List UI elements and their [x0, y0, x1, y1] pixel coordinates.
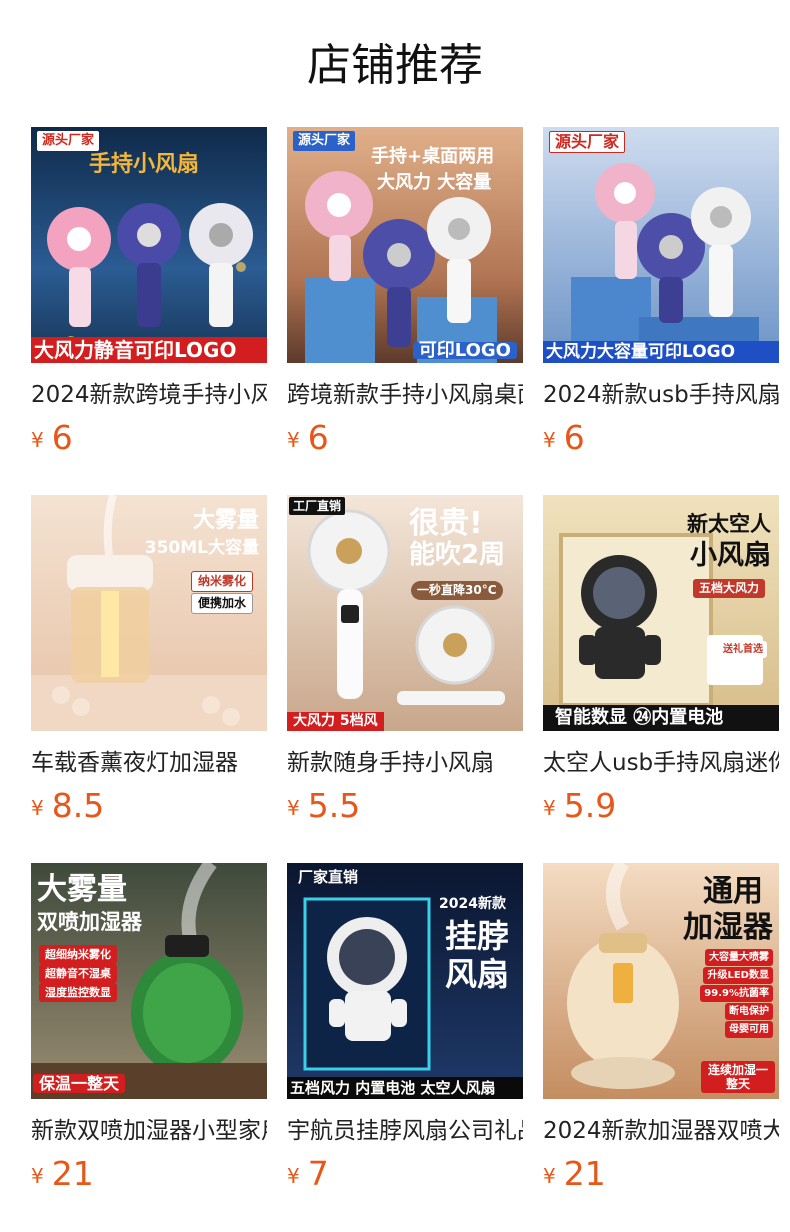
product-price: ¥6	[543, 420, 779, 462]
feature-pill: 超细纳米雾化	[39, 945, 117, 964]
feature-pill: 纳米雾化	[190, 571, 253, 592]
product-image[interactable]: 工厂直销 很贵! 能吹2周 一秒直降30°C 大风力 5档风	[287, 495, 523, 731]
currency-symbol: ¥	[287, 428, 300, 452]
product-image[interactable]: 厂家直销 2024新款 挂脖 风扇 五档风力 内置电池 太空人风扇	[287, 863, 523, 1099]
currency-symbol: ¥	[287, 1164, 300, 1188]
product-price: ¥7	[287, 1156, 523, 1198]
product-image[interactable]: 新太空人 小风扇 五档大风力 送礼首选 智能数显 ㉔内置电池	[543, 495, 779, 731]
product-name[interactable]: 宇航员挂脖风扇公司礼品	[287, 1116, 523, 1146]
product-card[interactable]: 工厂直销 很贵! 能吹2周 一秒直降30°C 大风力 5档风 新款随身手持小风扇…	[287, 495, 523, 830]
image-banner: 大风力大容量可印LOGO	[543, 341, 779, 363]
product-image[interactable]: 源头厂家 大风力大容量可印LOGO	[543, 127, 779, 363]
image-banner: 智能数显 ㉔内置电池	[543, 705, 779, 731]
product-card[interactable]: 大雾量 双喷加湿器 超细纳米雾化 超静音不湿桌 湿度监控数显 保温一整天 新款双…	[31, 863, 267, 1198]
product-price: ¥6	[287, 420, 523, 462]
price-value: 21	[51, 1154, 94, 1193]
feature-pill: 湿度监控数显	[39, 983, 117, 1002]
price-value: 7	[307, 1154, 329, 1193]
feature-pill: 便携加水	[190, 593, 253, 614]
source-factory-tag: 源头厂家	[549, 131, 626, 153]
product-card[interactable]: 新太空人 小风扇 五档大风力 送礼首选 智能数显 ㉔内置电池 太空人usb手持风…	[543, 495, 779, 830]
feature-pill: 99.9%抗菌率	[700, 985, 773, 1002]
image-headline: 通用	[703, 874, 763, 909]
image-headline: 很贵!	[409, 506, 483, 541]
source-factory-tag: 源头厂家	[293, 131, 356, 151]
image-banner: 可印LOGO	[412, 342, 517, 360]
image-subheadline: 双喷加湿器	[37, 910, 142, 934]
price-value: 6	[51, 418, 73, 457]
image-banner: 保温一整天	[33, 1074, 126, 1093]
product-name[interactable]: 新款随身手持小风扇	[287, 748, 523, 778]
image-headline: 2024新款	[439, 896, 506, 912]
price-value: 6	[563, 418, 585, 457]
product-name[interactable]: 新款双喷加湿器小型家用	[31, 1116, 267, 1146]
product-card[interactable]: 源头厂家 手持+桌面两用 大风力 大容量 可印LOGO 跨境新款手持小风扇桌面 …	[287, 127, 523, 462]
product-name[interactable]: 2024新款加湿器双喷大雾量	[543, 1116, 779, 1146]
image-subheadline: 风扇	[445, 955, 510, 993]
product-price: ¥5.9	[543, 788, 779, 830]
product-card[interactable]: 源头厂家 手持小风扇 大风力静音可印LOGO 2024新款跨境手持小风扇 ¥6	[31, 127, 267, 462]
currency-symbol: ¥	[31, 796, 44, 820]
feature-pill: 一秒直降30°C	[411, 581, 503, 600]
image-subheadline: 加湿器	[683, 910, 773, 945]
product-image[interactable]: 源头厂家 手持+桌面两用 大风力 大容量 可印LOGO	[287, 127, 523, 363]
factory-direct-tag: 工厂直销	[289, 497, 346, 515]
feature-pill: 升级LED数显	[703, 967, 773, 984]
image-subheadline: 小风扇	[690, 540, 771, 571]
feature-pill: 五档大风力	[692, 579, 765, 598]
product-card[interactable]: 源头厂家 大风力大容量可印LOGO 2024新款usb手持风扇 ¥6	[543, 127, 779, 462]
currency-symbol: ¥	[543, 428, 556, 452]
feature-pill: 母婴可用	[725, 1021, 773, 1038]
image-headline: 手持+桌面两用	[371, 146, 495, 167]
feature-pill: 断电保护	[725, 1003, 773, 1020]
product-price: ¥6	[31, 420, 267, 462]
product-card[interactable]: 大雾量 350ML大容量 纳米雾化 便携加水 车载香薰夜灯加湿器 ¥8.5	[31, 495, 267, 830]
currency-symbol: ¥	[543, 1164, 556, 1188]
gift-pill: 送礼首选	[719, 641, 767, 658]
product-card[interactable]: 厂家直销 2024新款 挂脖 风扇 五档风力 内置电池 太空人风扇 宇航员挂脖风…	[287, 863, 523, 1198]
product-name[interactable]: 车载香薰夜灯加湿器	[31, 748, 267, 778]
price-value: 21	[563, 1154, 606, 1193]
product-image[interactable]: 通用 加湿器 大容量大喷雾 升级LED数显 99.9%抗菌率 断电保护 母婴可用…	[543, 863, 779, 1099]
product-price: ¥21	[31, 1156, 267, 1198]
price-value: 8.5	[51, 786, 105, 825]
image-banner: 大风力静音可印LOGO	[31, 337, 267, 363]
image-banner: 大风力 5档风	[287, 712, 384, 731]
product-card[interactable]: 通用 加湿器 大容量大喷雾 升级LED数显 99.9%抗菌率 断电保护 母婴可用…	[543, 863, 779, 1198]
price-value: 6	[307, 418, 329, 457]
image-headline: 大雾量	[192, 508, 259, 533]
feature-pill: 大容量大喷雾	[705, 949, 773, 966]
product-name[interactable]: 2024新款跨境手持小风扇	[31, 380, 267, 410]
currency-symbol: ¥	[543, 796, 556, 820]
product-price: ¥21	[543, 1156, 779, 1198]
product-image[interactable]: 大雾量 双喷加湿器 超细纳米雾化 超静音不湿桌 湿度监控数显 保温一整天	[31, 863, 267, 1099]
image-subheadline: 能吹2周	[409, 540, 506, 570]
price-value: 5.5	[307, 786, 361, 825]
product-name[interactable]: 2024新款usb手持风扇	[543, 380, 779, 410]
product-name[interactable]: 太空人usb手持风扇迷你	[543, 748, 779, 778]
currency-symbol: ¥	[31, 1164, 44, 1188]
product-image[interactable]: 源头厂家 手持小风扇 大风力静音可印LOGO	[31, 127, 267, 363]
image-headline: 大雾量	[37, 872, 127, 907]
product-name[interactable]: 跨境新款手持小风扇桌面	[287, 380, 523, 410]
currency-symbol: ¥	[31, 428, 44, 452]
product-image[interactable]: 大雾量 350ML大容量 纳米雾化 便携加水	[31, 495, 267, 731]
product-price: ¥5.5	[287, 788, 523, 830]
image-headline: 新太空人	[687, 512, 771, 536]
price-value: 5.9	[563, 786, 617, 825]
image-headline: 手持小风扇	[89, 152, 200, 177]
image-banner: 五档风力 内置电池 太空人风扇	[287, 1077, 523, 1099]
image-subheadline: 大风力 大容量	[377, 172, 492, 193]
product-price: ¥8.5	[31, 788, 267, 830]
currency-symbol: ¥	[287, 796, 300, 820]
image-subheadline: 350ML大容量	[144, 538, 259, 558]
factory-direct-tag: 厂家直销	[298, 868, 359, 886]
image-subheadline: 挂脖	[445, 917, 510, 955]
feature-pill: 超静音不湿桌	[39, 964, 117, 983]
product-image-art	[287, 495, 523, 731]
source-factory-tag: 源头厂家	[37, 131, 100, 151]
image-banner: 连续加湿一整天	[701, 1061, 775, 1093]
product-image-art	[543, 127, 779, 363]
page-title: 店铺推荐	[307, 40, 483, 91]
